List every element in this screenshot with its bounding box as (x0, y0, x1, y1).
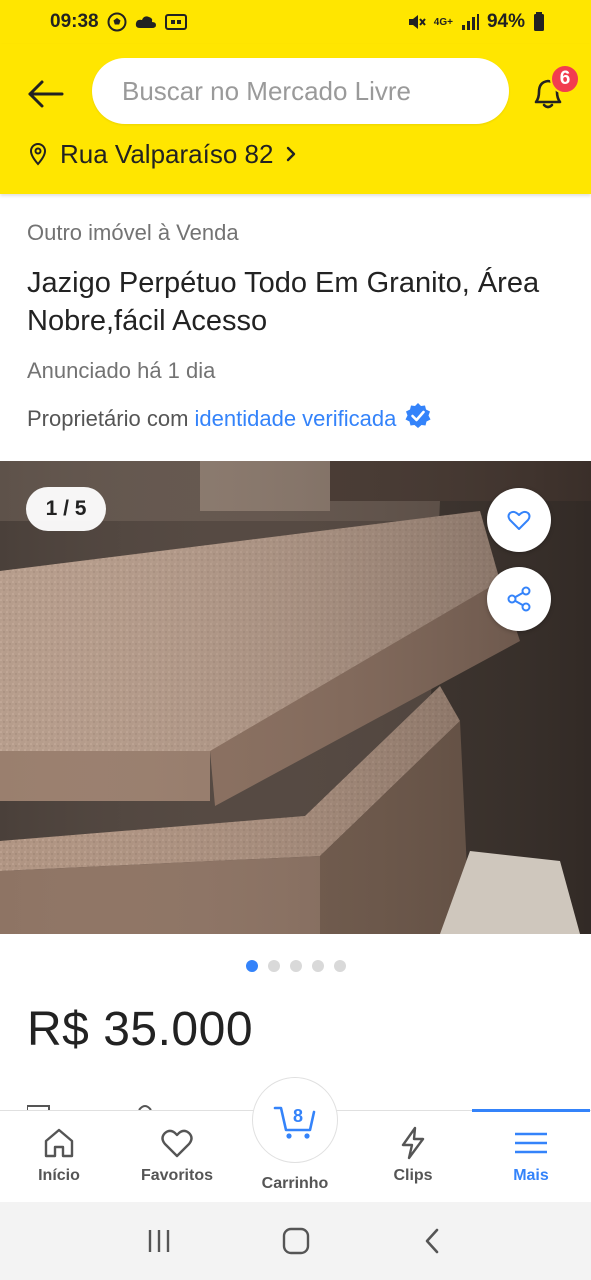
soccer-ball-icon (107, 12, 127, 32)
menu-icon (515, 1132, 547, 1154)
nav-inicio[interactable]: Início (0, 1111, 118, 1203)
verified-badge-icon (404, 402, 432, 436)
search-placeholder: Buscar no Mercado Livre (122, 75, 412, 106)
recent-apps-icon (148, 1230, 169, 1252)
chevron-left-icon (425, 1228, 438, 1254)
cart-count: 8 (293, 1106, 303, 1126)
home-square-icon (282, 1227, 309, 1255)
pagination-dot[interactable] (333, 960, 346, 972)
signal-icon (461, 13, 479, 31)
image-gallery[interactable]: 1 / 5 (0, 461, 591, 934)
owner-prefix: Proprietário com (27, 406, 195, 431)
listing-posted-date: Anunciado há 1 dia (27, 358, 216, 383)
cc-icon (164, 13, 187, 31)
battery-icon (533, 12, 545, 32)
listing-price: R$ 35.000 (27, 1003, 254, 1056)
pagination-dot[interactable] (311, 960, 324, 972)
nav-clips-label: Clips (393, 1167, 433, 1184)
network-type: 4G+ (433, 16, 453, 28)
bottom-navigation: Início Favoritos 8 Carrinho Clips Mais (0, 1077, 591, 1203)
battery-percent: 94% (486, 11, 525, 32)
favorite-button[interactable] (487, 488, 551, 552)
pagination-dot[interactable] (267, 960, 280, 972)
chevron-right-icon (285, 139, 297, 170)
nav-clips[interactable]: Clips (354, 1111, 472, 1203)
system-navigation-bar (0, 1202, 591, 1280)
cart-button-circle: 8 (252, 1077, 338, 1163)
cart-icon: 8 (273, 1106, 316, 1139)
share-icon (507, 586, 531, 612)
nav-mais[interactable]: Mais (472, 1109, 590, 1203)
identity-verified-link[interactable]: identidade verificada (195, 406, 397, 431)
address-text: Rua Valparaíso 82 (60, 138, 274, 169)
page: 09:38 4G+ 94% Buscar no Mercado Livre 6 … (0, 0, 591, 1280)
back-system-button[interactable] (403, 1211, 463, 1271)
mute-icon (406, 12, 426, 32)
image-counter: 1 / 5 (26, 487, 106, 531)
status-time: 09:38 (50, 11, 99, 32)
back-button[interactable] (24, 72, 68, 116)
nav-favoritos-label: Favoritos (140, 1167, 213, 1184)
share-button[interactable] (487, 567, 551, 631)
lightning-icon (401, 1126, 425, 1160)
nav-carrinho[interactable]: 8 Carrinho (236, 1077, 354, 1203)
recent-apps-button[interactable] (129, 1211, 189, 1271)
owner-verification: Proprietário com identidade verificada (27, 402, 432, 436)
nav-carrinho-label: Carrinho (261, 1175, 329, 1192)
listing-title: Jazigo Perpétuo Todo Em Granito, Área No… (27, 267, 540, 337)
nav-inicio-label: Início (38, 1167, 80, 1184)
home-system-button[interactable] (266, 1211, 326, 1271)
nav-favoritos[interactable]: Favoritos (118, 1111, 236, 1203)
status-left: 09:38 (50, 11, 187, 33)
notifications-badge: 6 (550, 64, 580, 94)
arrow-left-icon (28, 80, 64, 108)
pagination-dot[interactable] (289, 960, 302, 972)
header: Buscar no Mercado Livre 6 Rua Valparaíso… (0, 44, 591, 194)
heart-icon (161, 1129, 193, 1158)
image-pagination (0, 960, 591, 972)
nav-mais-label: Mais (513, 1167, 549, 1184)
heart-outline-icon (507, 510, 531, 530)
address-selector[interactable]: Rua Valparaíso 82 (28, 136, 297, 172)
search-input[interactable]: Buscar no Mercado Livre (92, 58, 509, 124)
home-icon (44, 1128, 74, 1158)
location-pin-icon (28, 142, 48, 166)
status-bar: 09:38 4G+ 94% (0, 0, 591, 44)
listing-category: Outro imóvel à Venda (27, 220, 239, 245)
cloud-icon (135, 14, 157, 30)
pagination-dot-active[interactable] (245, 960, 258, 972)
status-right: 4G+ 94% (406, 11, 545, 33)
